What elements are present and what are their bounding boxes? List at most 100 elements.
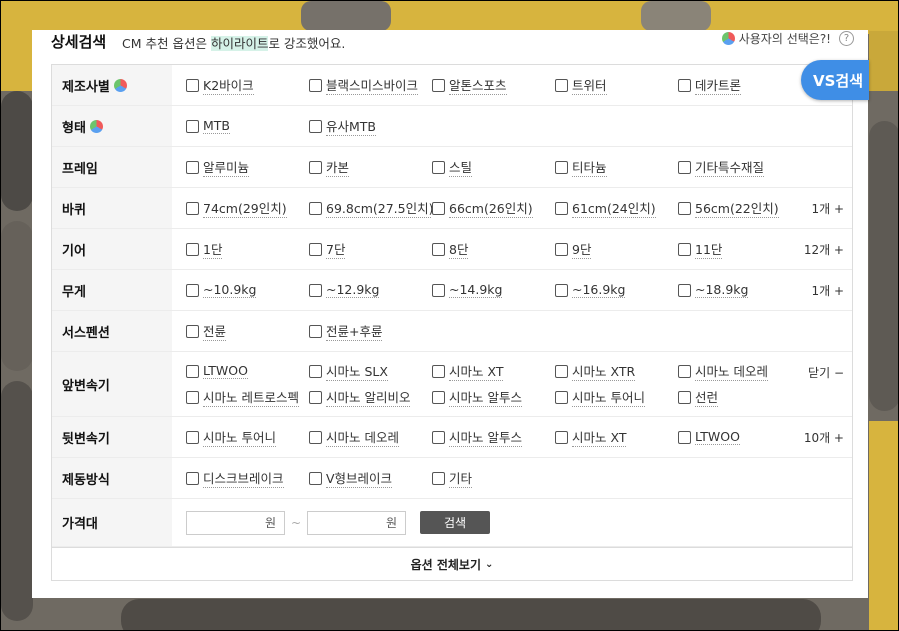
- checkbox[interactable]: [432, 242, 445, 256]
- filter-option[interactable]: 시마노 투어니: [186, 417, 309, 458]
- filter-label[interactable]: 제동방식: [52, 458, 172, 498]
- checkbox[interactable]: [432, 471, 445, 485]
- filter-option[interactable]: 알톤스포츠: [432, 65, 555, 106]
- filter-option[interactable]: 시마노 레트로스펙: [186, 384, 309, 410]
- checkbox[interactable]: [309, 390, 322, 404]
- checkbox[interactable]: [432, 160, 445, 174]
- checkbox[interactable]: [309, 471, 322, 485]
- filter-option[interactable]: 7단: [309, 229, 432, 270]
- checkbox[interactable]: [186, 430, 199, 444]
- filter-option[interactable]: ~10.9kg: [186, 270, 309, 311]
- filter-option[interactable]: 66cm(26인치): [432, 188, 555, 229]
- checkbox[interactable]: [309, 242, 322, 256]
- checkbox[interactable]: [432, 390, 445, 404]
- filter-option[interactable]: 74cm(29인치): [186, 188, 309, 229]
- filter-label[interactable]: 무게: [52, 270, 172, 310]
- filter-option[interactable]: 61cm(24인치): [555, 188, 678, 229]
- filter-option[interactable]: ~18.9kg: [678, 270, 801, 311]
- checkbox[interactable]: [186, 471, 199, 485]
- checkbox[interactable]: [432, 78, 445, 92]
- filter-option[interactable]: 카본: [309, 147, 432, 188]
- filter-option[interactable]: 56cm(22인치): [678, 188, 801, 229]
- price-search-button[interactable]: 검색: [420, 511, 491, 534]
- filter-option[interactable]: V형브레이크: [309, 458, 432, 499]
- checkbox[interactable]: [678, 283, 691, 297]
- checkbox[interactable]: [555, 201, 568, 215]
- filter-option[interactable]: 전륜+후륜: [309, 311, 432, 352]
- checkbox[interactable]: [186, 78, 199, 92]
- filter-label[interactable]: 기어: [52, 229, 172, 269]
- filter-option[interactable]: 선런: [678, 384, 801, 410]
- checkbox[interactable]: [186, 242, 199, 256]
- filter-option[interactable]: 시마노 XT: [555, 417, 678, 458]
- checkbox[interactable]: [555, 242, 568, 256]
- filter-option[interactable]: 1단: [186, 229, 309, 270]
- checkbox[interactable]: [432, 364, 445, 378]
- more-toggle[interactable]: 1개 +: [811, 188, 844, 229]
- filter-option[interactable]: 9단: [555, 229, 678, 270]
- checkbox[interactable]: [186, 364, 199, 378]
- checkbox[interactable]: [678, 430, 691, 444]
- filter-option[interactable]: 시마노 데오레: [678, 358, 801, 384]
- checkbox[interactable]: [678, 201, 691, 215]
- filter-label[interactable]: 형태: [52, 106, 172, 146]
- checkbox[interactable]: [309, 283, 322, 297]
- checkbox[interactable]: [678, 160, 691, 174]
- filter-option[interactable]: 스틸: [432, 147, 555, 188]
- checkbox[interactable]: [555, 78, 568, 92]
- checkbox[interactable]: [678, 78, 691, 92]
- filter-option[interactable]: 트위터: [555, 65, 678, 106]
- checkbox[interactable]: [678, 364, 691, 378]
- checkbox[interactable]: [555, 430, 568, 444]
- checkbox[interactable]: [678, 242, 691, 256]
- filter-option[interactable]: 유사MTB: [309, 106, 432, 147]
- checkbox[interactable]: [309, 78, 322, 92]
- checkbox[interactable]: [678, 390, 691, 404]
- checkbox[interactable]: [555, 160, 568, 174]
- filter-label[interactable]: 제조사별: [52, 65, 172, 105]
- more-toggle[interactable]: 12개 +: [804, 229, 844, 270]
- filter-option[interactable]: LTWOO: [678, 417, 801, 458]
- checkbox[interactable]: [432, 283, 445, 297]
- filter-option[interactable]: 시마노 XT: [432, 358, 555, 384]
- checkbox[interactable]: [309, 119, 322, 133]
- filter-label[interactable]: 바퀴: [52, 188, 172, 228]
- view-all-options-button[interactable]: 옵션 전체보기 ⌄: [52, 547, 852, 580]
- filter-option[interactable]: ~14.9kg: [432, 270, 555, 311]
- checkbox[interactable]: [186, 324, 199, 338]
- more-toggle[interactable]: 10개 +: [804, 417, 844, 458]
- checkbox[interactable]: [309, 364, 322, 378]
- checkbox[interactable]: [186, 119, 199, 133]
- filter-option[interactable]: 전륜: [186, 311, 309, 352]
- checkbox[interactable]: [555, 390, 568, 404]
- checkbox[interactable]: [432, 430, 445, 444]
- filter-option[interactable]: 시마노 XTR: [555, 358, 678, 384]
- filter-option[interactable]: 시마노 투어니: [555, 384, 678, 410]
- filter-option[interactable]: 알루미늄: [186, 147, 309, 188]
- pie-chart-icon[interactable]: [89, 119, 103, 133]
- checkbox[interactable]: [309, 201, 322, 215]
- checkbox[interactable]: [186, 390, 199, 404]
- filter-label[interactable]: 뒷변속기: [52, 417, 172, 457]
- filter-option[interactable]: 기타: [432, 458, 555, 499]
- filter-option[interactable]: 69.8cm(27.5인치): [309, 188, 432, 229]
- checkbox[interactable]: [309, 430, 322, 444]
- pie-chart-icon[interactable]: [113, 78, 127, 92]
- filter-option[interactable]: 시마노 SLX: [309, 358, 432, 384]
- checkbox[interactable]: [555, 283, 568, 297]
- filter-option[interactable]: 블랙스미스바이크: [309, 65, 432, 106]
- max-price-input[interactable]: 원: [307, 510, 407, 535]
- filter-option[interactable]: 시마노 알리비오: [309, 384, 432, 410]
- filter-option[interactable]: 데카트론: [678, 65, 801, 106]
- filter-option[interactable]: 시마노 알투스: [432, 384, 555, 410]
- checkbox[interactable]: [432, 201, 445, 215]
- filter-option[interactable]: 디스크브레이크: [186, 458, 309, 499]
- filter-option[interactable]: LTWOO: [186, 358, 309, 384]
- filter-option[interactable]: 시마노 데오레: [309, 417, 432, 458]
- filter-option[interactable]: K2바이크: [186, 65, 309, 106]
- checkbox[interactable]: [555, 364, 568, 378]
- filter-label[interactable]: 프레임: [52, 147, 172, 187]
- filter-option[interactable]: ~12.9kg: [309, 270, 432, 311]
- filter-label[interactable]: 서스펜션: [52, 311, 172, 351]
- filter-option[interactable]: ~16.9kg: [555, 270, 678, 311]
